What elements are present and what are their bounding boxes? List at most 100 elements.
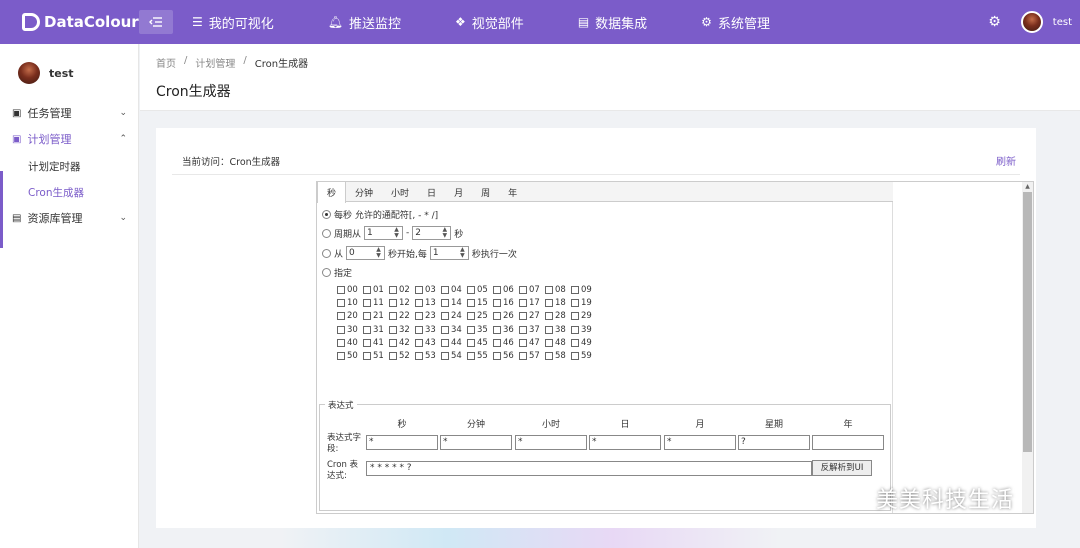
second-checkbox[interactable]: 44 bbox=[441, 338, 467, 348]
second-checkbox[interactable]: 55 bbox=[467, 351, 493, 361]
second-checkbox[interactable]: 34 bbox=[441, 325, 467, 335]
second-checkbox[interactable]: 01 bbox=[363, 285, 389, 295]
checkbox-box[interactable] bbox=[415, 338, 423, 347]
second-checkbox[interactable]: 46 bbox=[493, 338, 519, 348]
second-checkbox[interactable]: 51 bbox=[363, 351, 389, 361]
nav-item-data-integration[interactable]: ▤ 数据集成 bbox=[578, 0, 647, 44]
second-checkbox[interactable]: 32 bbox=[389, 325, 415, 335]
checkbox-box[interactable] bbox=[337, 325, 345, 334]
breadcrumb-home[interactable]: 首页 bbox=[156, 55, 176, 70]
second-checkbox[interactable]: 16 bbox=[493, 298, 519, 308]
checkbox-box[interactable] bbox=[545, 325, 553, 334]
second-checkbox[interactable]: 22 bbox=[389, 311, 415, 321]
second-checkbox[interactable]: 14 bbox=[441, 298, 467, 308]
second-checkbox[interactable]: 03 bbox=[415, 285, 441, 295]
checkbox-box[interactable] bbox=[363, 325, 371, 334]
second-checkbox[interactable]: 45 bbox=[467, 338, 493, 348]
checkbox-box[interactable] bbox=[493, 351, 501, 360]
tab-minute[interactable]: 分钟 bbox=[346, 182, 382, 202]
second-checkbox[interactable]: 50 bbox=[337, 351, 363, 361]
second-checkbox[interactable]: 33 bbox=[415, 325, 441, 335]
checkbox-box[interactable] bbox=[519, 338, 527, 347]
checkbox-box[interactable] bbox=[571, 312, 579, 321]
checkbox-box[interactable] bbox=[545, 338, 553, 347]
second-checkbox[interactable]: 00 bbox=[337, 285, 363, 295]
second-checkbox[interactable]: 04 bbox=[441, 285, 467, 295]
menu-toggle-button[interactable] bbox=[139, 10, 173, 34]
checkbox-box[interactable] bbox=[493, 312, 501, 321]
checkbox-box[interactable] bbox=[571, 325, 579, 334]
second-checkbox[interactable]: 36 bbox=[493, 325, 519, 335]
second-checkbox[interactable]: 41 bbox=[363, 338, 389, 348]
checkbox-box[interactable] bbox=[519, 312, 527, 321]
nav-item-visual-widgets[interactable]: ❖ 视觉部件 bbox=[455, 0, 524, 44]
checkbox-box[interactable] bbox=[493, 286, 501, 294]
second-checkbox[interactable]: 18 bbox=[545, 298, 571, 308]
checkbox-box[interactable] bbox=[571, 286, 579, 294]
checkbox-box[interactable] bbox=[337, 351, 345, 360]
second-checkbox[interactable]: 54 bbox=[441, 351, 467, 361]
checkbox-box[interactable] bbox=[415, 325, 423, 334]
second-checkbox[interactable]: 57 bbox=[519, 351, 545, 361]
second-checkbox[interactable]: 26 bbox=[493, 311, 519, 321]
from-step-stepper[interactable]: 1 ▲ ▼ bbox=[429, 246, 469, 260]
checkbox-box[interactable] bbox=[415, 286, 423, 294]
checkbox-box[interactable] bbox=[467, 351, 475, 360]
tab-week[interactable]: 周 bbox=[472, 182, 499, 202]
checkbox-box[interactable] bbox=[363, 299, 371, 308]
sidebar-item-task-management[interactable]: ▣ 任务管理 ⌄ bbox=[0, 100, 139, 126]
radio-specify[interactable] bbox=[322, 268, 331, 277]
checkbox-box[interactable] bbox=[389, 338, 397, 347]
checkbox-box[interactable] bbox=[441, 338, 449, 347]
checkbox-box[interactable] bbox=[337, 312, 345, 321]
checkbox-box[interactable] bbox=[467, 286, 475, 294]
nav-item-system-management[interactable]: ⚙ 系统管理 bbox=[701, 0, 770, 44]
second-checkbox[interactable]: 35 bbox=[467, 325, 493, 335]
checkbox-box[interactable] bbox=[389, 299, 397, 308]
radio-cycle[interactable] bbox=[322, 228, 331, 238]
tab-month[interactable]: 月 bbox=[445, 182, 472, 202]
second-checkbox[interactable]: 47 bbox=[519, 338, 545, 348]
second-checkbox[interactable]: 28 bbox=[545, 311, 571, 321]
breadcrumb-section[interactable]: 计划管理 bbox=[195, 55, 235, 70]
tab-day[interactable]: 日 bbox=[418, 182, 445, 202]
checkbox-box[interactable] bbox=[519, 325, 527, 334]
expr-second-input[interactable]: * bbox=[366, 435, 438, 450]
checkbox-box[interactable] bbox=[363, 312, 371, 321]
checkbox-box[interactable] bbox=[519, 286, 527, 294]
checkbox-box[interactable] bbox=[415, 351, 423, 360]
checkbox-box[interactable] bbox=[389, 351, 397, 360]
second-checkbox[interactable]: 39 bbox=[571, 325, 597, 335]
second-checkbox[interactable]: 10 bbox=[337, 298, 363, 308]
nav-item-my-visualization[interactable]: ☰ 我的可视化 bbox=[192, 0, 274, 44]
cycle-to-stepper[interactable]: 2 ▲ ▼ bbox=[412, 226, 452, 240]
parse-to-ui-button[interactable]: 反解析到UI bbox=[812, 460, 872, 476]
second-checkbox[interactable]: 48 bbox=[545, 338, 571, 348]
cycle-from-stepper[interactable]: 1 ▲ ▼ bbox=[364, 226, 404, 240]
second-checkbox[interactable]: 24 bbox=[441, 311, 467, 321]
second-checkbox[interactable]: 30 bbox=[337, 325, 363, 335]
second-checkbox[interactable]: 59 bbox=[571, 351, 597, 361]
checkbox-box[interactable] bbox=[545, 286, 553, 294]
radio-every[interactable] bbox=[322, 210, 331, 219]
checkbox-box[interactable] bbox=[571, 299, 579, 308]
second-checkbox[interactable]: 37 bbox=[519, 325, 545, 335]
settings-icon[interactable]: ⚙ bbox=[988, 14, 1001, 30]
checkbox-box[interactable] bbox=[441, 312, 449, 321]
expr-minute-input[interactable]: * bbox=[440, 435, 512, 450]
checkbox-box[interactable] bbox=[337, 338, 345, 347]
sidebar-item-repository-management[interactable]: ▤ 资源库管理 ⌄ bbox=[0, 205, 139, 231]
cron-expression-input[interactable]: * * * * * ? bbox=[366, 461, 812, 476]
tab-hour[interactable]: 小时 bbox=[382, 182, 418, 202]
second-checkbox[interactable]: 31 bbox=[363, 325, 389, 335]
checkbox-box[interactable] bbox=[545, 299, 553, 308]
checkbox-box[interactable] bbox=[415, 312, 423, 321]
stepper-arrows-icon[interactable]: ▲ ▼ bbox=[374, 247, 383, 259]
second-checkbox[interactable]: 42 bbox=[389, 338, 415, 348]
second-checkbox[interactable]: 38 bbox=[545, 325, 571, 335]
second-checkbox[interactable]: 49 bbox=[571, 338, 597, 348]
expr-hour-input[interactable]: * bbox=[515, 435, 587, 450]
checkbox-box[interactable] bbox=[493, 338, 501, 347]
sidebar-item-cron-generator[interactable]: Cron生成器 bbox=[0, 179, 139, 205]
sidebar-item-plan-timer[interactable]: 计划定时器 bbox=[0, 153, 139, 179]
